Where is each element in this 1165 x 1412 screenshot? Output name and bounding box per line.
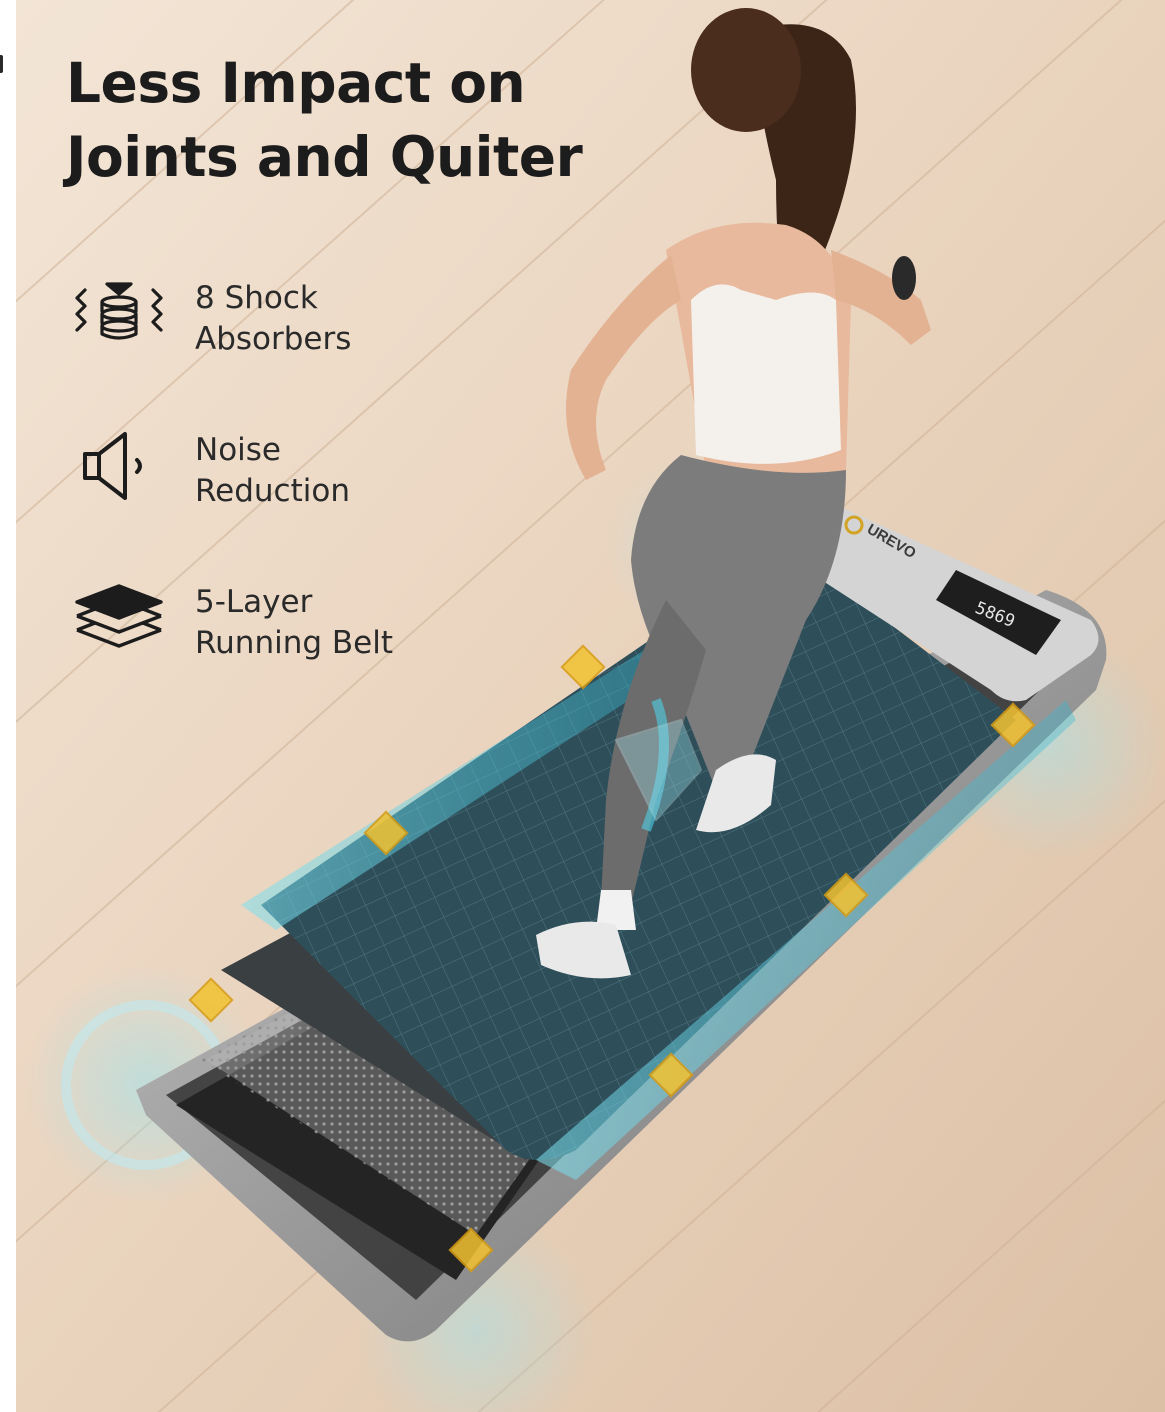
feature-line-2: Reduction bbox=[195, 473, 350, 509]
feature-label: Noise Reduction bbox=[195, 430, 350, 512]
feature-label: 5-Layer Running Belt bbox=[195, 582, 393, 664]
product-photo: 5869 UREVO Less Impact on Joints and Qui… bbox=[16, 0, 1165, 1412]
feature-line-1: 5-Layer bbox=[195, 584, 313, 620]
scene-drawing: 5869 UREVO bbox=[16, 0, 1165, 1412]
feature-noise-reduction: Noise Reduction bbox=[71, 430, 471, 520]
headline: Less Impact on Joints and Quiter bbox=[66, 46, 583, 194]
shock-absorber-icon bbox=[75, 282, 163, 340]
feature-line-1: Noise bbox=[195, 432, 281, 468]
feature-line-1: 8 Shock bbox=[195, 280, 318, 316]
speaker-icon bbox=[83, 432, 142, 500]
feature-line-2: Running Belt bbox=[195, 625, 393, 661]
feature-running-belt: 5-Layer Running Belt bbox=[71, 582, 471, 672]
feature-label: 8 Shock Absorbers bbox=[195, 278, 351, 360]
edge-tab bbox=[0, 55, 3, 73]
page-edge bbox=[0, 0, 16, 1412]
headline-line-2: Joints and Quiter bbox=[66, 125, 583, 189]
feature-shock-absorbers: 8 Shock Absorbers bbox=[71, 278, 471, 368]
headline-line-1: Less Impact on bbox=[66, 51, 526, 115]
feature-line-2: Absorbers bbox=[195, 321, 352, 357]
layers-icon bbox=[75, 584, 163, 648]
